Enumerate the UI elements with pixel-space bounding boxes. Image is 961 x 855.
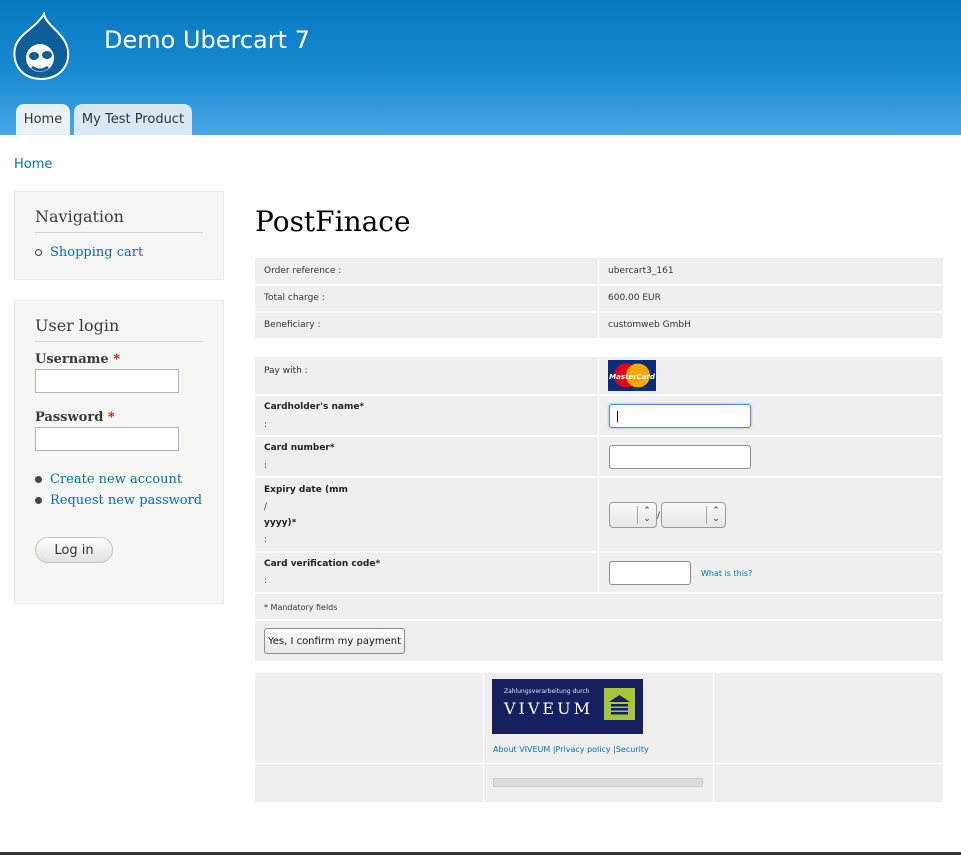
user-login-title: User login — [35, 316, 203, 342]
bullet-icon — [35, 249, 42, 256]
row-divider — [255, 551, 943, 553]
order-reference-label: Order reference : — [264, 266, 342, 276]
login-button[interactable]: Log in — [35, 537, 113, 563]
navigation-title: Navigation — [35, 207, 203, 233]
navigation-block: Navigation Shopping cart — [14, 191, 224, 280]
column-divider — [713, 673, 714, 802]
loading-progress-bar — [493, 778, 703, 787]
text-cursor — [617, 411, 618, 422]
viveum-brand: VIVEUM — [504, 699, 593, 718]
row-divider — [255, 619, 943, 621]
order-reference-value: ubercart3_161 — [608, 266, 674, 276]
column-divider — [483, 673, 484, 802]
row-divider — [255, 763, 943, 764]
order-summary-table — [255, 258, 943, 338]
expiry-date-label-line2: / — [264, 502, 268, 512]
password-label: Password * — [35, 410, 115, 425]
row-divider — [255, 476, 943, 478]
sidebar-item-shopping-cart[interactable]: Shopping cart — [35, 245, 143, 260]
what-is-this-link[interactable]: What is this? — [701, 569, 752, 578]
create-account-link[interactable]: Create new account — [35, 472, 182, 487]
user-login-block: User login Username * Password * Create … — [14, 300, 224, 604]
expiry-separator: / — [657, 511, 661, 521]
total-charge-value: 600.00 EUR — [608, 293, 661, 303]
viveum-logo[interactable]: Zahlungsverarbeitung durch VIVEUM — [492, 679, 643, 734]
mastercard-icon[interactable]: MasterCard — [608, 360, 656, 391]
colon-text: : — [264, 461, 268, 471]
column-divider — [598, 258, 599, 338]
colon-text: : — [264, 576, 268, 586]
row-divider — [255, 592, 943, 594]
username-label-text: Username — [35, 352, 109, 367]
colon-text: : — [264, 535, 268, 545]
create-account-label: Create new account — [50, 472, 183, 487]
cardholder-name-label: Cardholder's name* — [264, 402, 365, 412]
request-password-link[interactable]: Request new password — [35, 493, 202, 508]
page-title: PostFinace — [255, 205, 411, 238]
card-number-label: Card number* — [264, 443, 335, 453]
cvc-label: Card verification code* — [264, 559, 381, 569]
site-header: Demo Ubercart 7 Home My Test Product — [0, 0, 961, 135]
cardholder-name-input[interactable] — [609, 404, 751, 428]
viveum-tagline: Zahlungsverarbeitung durch — [504, 688, 590, 695]
expiry-date-label-line1: Expiry date (mm — [264, 485, 348, 495]
tab-my-test-product[interactable]: My Test Product — [74, 104, 192, 135]
viveum-footer-links[interactable]: About VIVEUM |Privacy policy |Security — [493, 745, 649, 754]
row-divider — [255, 394, 943, 396]
row-divider — [255, 435, 943, 437]
select-arrows-icon: ⌃ ⌄ — [712, 506, 720, 524]
request-password-label: Request new password — [50, 493, 203, 508]
pay-with-label: Pay with : — [264, 366, 308, 376]
row-divider — [255, 284, 943, 286]
drupal-logo-icon[interactable] — [10, 12, 74, 82]
beneficiary-label: Beneficiary : — [264, 320, 321, 330]
viveum-mark-icon — [604, 688, 635, 720]
breadcrumb-home[interactable]: Home — [14, 157, 52, 172]
required-marker: * — [107, 410, 115, 425]
expiry-year-select[interactable]: ⌃ ⌄ — [661, 502, 726, 528]
password-input[interactable] — [35, 427, 179, 451]
bullet-icon — [35, 476, 42, 483]
beneficiary-value: customweb GmbH — [608, 320, 691, 330]
card-number-input[interactable] — [609, 445, 751, 469]
select-divider — [706, 506, 707, 524]
password-label-text: Password — [35, 410, 104, 425]
mandatory-fields-note: * Mandatory fields — [264, 603, 338, 612]
site-name[interactable]: Demo Ubercart 7 — [104, 26, 310, 54]
required-marker: * — [113, 352, 121, 367]
username-label: Username * — [35, 352, 120, 367]
expiry-date-label-line3: yyyy)* — [264, 518, 297, 528]
select-divider — [637, 506, 638, 524]
username-input[interactable] — [35, 369, 179, 393]
colon-text: : — [264, 420, 268, 430]
cvc-input[interactable] — [609, 561, 691, 585]
row-divider — [255, 311, 943, 313]
select-arrows-icon: ⌃ ⌄ — [643, 506, 651, 524]
mastercard-logo-text: MasterCard — [609, 373, 656, 381]
expiry-month-select[interactable]: ⌃ ⌄ — [609, 502, 657, 528]
total-charge-label: Total charge : — [264, 293, 325, 303]
bullet-icon — [35, 497, 42, 504]
sidebar-item-label: Shopping cart — [50, 245, 144, 260]
tab-home[interactable]: Home — [16, 104, 70, 135]
column-divider — [598, 357, 599, 592]
confirm-payment-button[interactable]: Yes, I confirm my payment — [264, 628, 405, 654]
